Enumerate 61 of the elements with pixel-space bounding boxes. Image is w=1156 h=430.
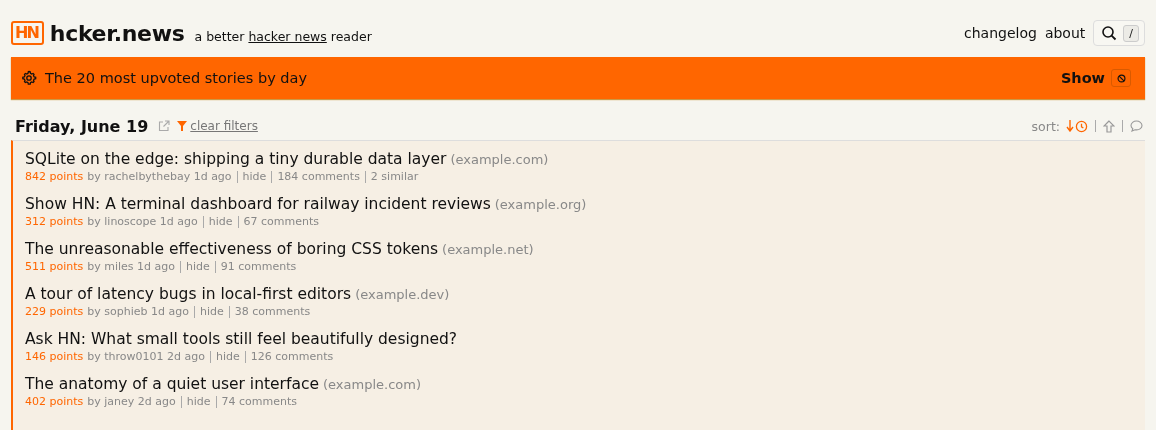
story-link[interactable]: hide bbox=[216, 349, 240, 364]
story-points: 312 points bbox=[25, 214, 84, 229]
sort-option[interactable] bbox=[1128, 120, 1145, 132]
story-points: 229 points bbox=[25, 304, 84, 319]
sort-option[interactable] bbox=[1101, 119, 1117, 133]
story-link[interactable]: 67 comments bbox=[243, 214, 320, 229]
story-link[interactable]: 2 similar bbox=[370, 169, 419, 184]
tagline: a better hacker news reader bbox=[194, 28, 372, 44]
story-title[interactable]: SQLite on the edge: shipping a tiny durable data layer bbox=[25, 150, 447, 168]
story-title[interactable]: Ask HN: What small tools still feel beautifully designed? bbox=[25, 330, 458, 348]
hacker-news-link[interactable]: hacker news bbox=[248, 28, 327, 44]
search-button[interactable]: / bbox=[1093, 20, 1145, 46]
story-link[interactable]: 74 comments bbox=[221, 394, 298, 409]
story-link[interactable]: 38 comments bbox=[234, 304, 311, 319]
show-button[interactable]: Show bbox=[1060, 69, 1131, 87]
story-points: 146 points bbox=[25, 349, 84, 364]
story-points: 842 points bbox=[25, 169, 84, 184]
story-byline: by sophieb 1d ago bbox=[87, 304, 189, 319]
hide-icon bbox=[1116, 73, 1126, 83]
story-byline: by rachelbythebay 1d ago bbox=[87, 169, 232, 184]
up-arrow-icon bbox=[1103, 119, 1115, 133]
story-link[interactable]: 126 comments bbox=[250, 349, 334, 364]
clear-filters-link[interactable]: clear filters bbox=[190, 119, 258, 133]
nav-link[interactable]: about bbox=[1044, 25, 1086, 41]
sort-option[interactable] bbox=[1064, 119, 1090, 133]
logo[interactable]: HN bbox=[11, 21, 44, 45]
down-arrow-icon bbox=[1066, 120, 1074, 132]
story-points: 402 points bbox=[25, 394, 84, 409]
story-domain[interactable]: (example.com) bbox=[323, 377, 421, 392]
story-link[interactable]: hide bbox=[186, 259, 210, 274]
shortcut-key: / bbox=[1123, 24, 1139, 42]
story-link[interactable]: 184 comments bbox=[277, 169, 360, 184]
story-link[interactable]: hide bbox=[242, 169, 267, 184]
story-byline: by janey 2d ago bbox=[87, 394, 176, 409]
banner-text: The 20 most upvoted stories by day bbox=[45, 70, 307, 86]
story-title[interactable]: Show HN: A terminal dashboard for railway incident reviews bbox=[25, 195, 491, 213]
story-link[interactable]: hide bbox=[186, 394, 211, 409]
story-byline: by linoscope 1d ago bbox=[87, 214, 198, 229]
gear-icon[interactable] bbox=[21, 70, 37, 86]
clock-icon bbox=[1075, 119, 1088, 133]
sort-label: sort: bbox=[1031, 118, 1060, 134]
story-title[interactable]: The unreasonable effectiveness of boring CSS tokens bbox=[25, 240, 439, 258]
story-domain[interactable]: (example.dev) bbox=[355, 287, 450, 302]
nav-link[interactable]: changelog bbox=[964, 25, 1037, 41]
site-title[interactable]: hcker.news bbox=[49, 20, 185, 46]
story-link[interactable]: 91 comments bbox=[220, 259, 297, 274]
story-title[interactable]: The anatomy of a quiet user interface bbox=[25, 375, 319, 393]
story-points: 511 points bbox=[25, 259, 84, 274]
comment-icon bbox=[1130, 120, 1143, 132]
story-title[interactable]: A tour of latency bugs in local-first editors bbox=[25, 285, 352, 303]
search-icon bbox=[1101, 25, 1118, 41]
story-domain[interactable]: (example.net) bbox=[442, 242, 534, 257]
day-heading: Friday, June 19 bbox=[15, 116, 149, 136]
story-domain[interactable]: (example.com) bbox=[450, 152, 549, 167]
story-link[interactable]: hide bbox=[208, 214, 233, 229]
story-byline: by throw0101 2d ago bbox=[87, 349, 205, 364]
story-link[interactable]: hide bbox=[199, 304, 224, 319]
story-domain[interactable]: (example.org) bbox=[494, 197, 587, 212]
external-link-icon[interactable] bbox=[158, 120, 171, 132]
filter-icon bbox=[177, 121, 188, 131]
story-byline: by miles 1d ago bbox=[87, 259, 176, 274]
